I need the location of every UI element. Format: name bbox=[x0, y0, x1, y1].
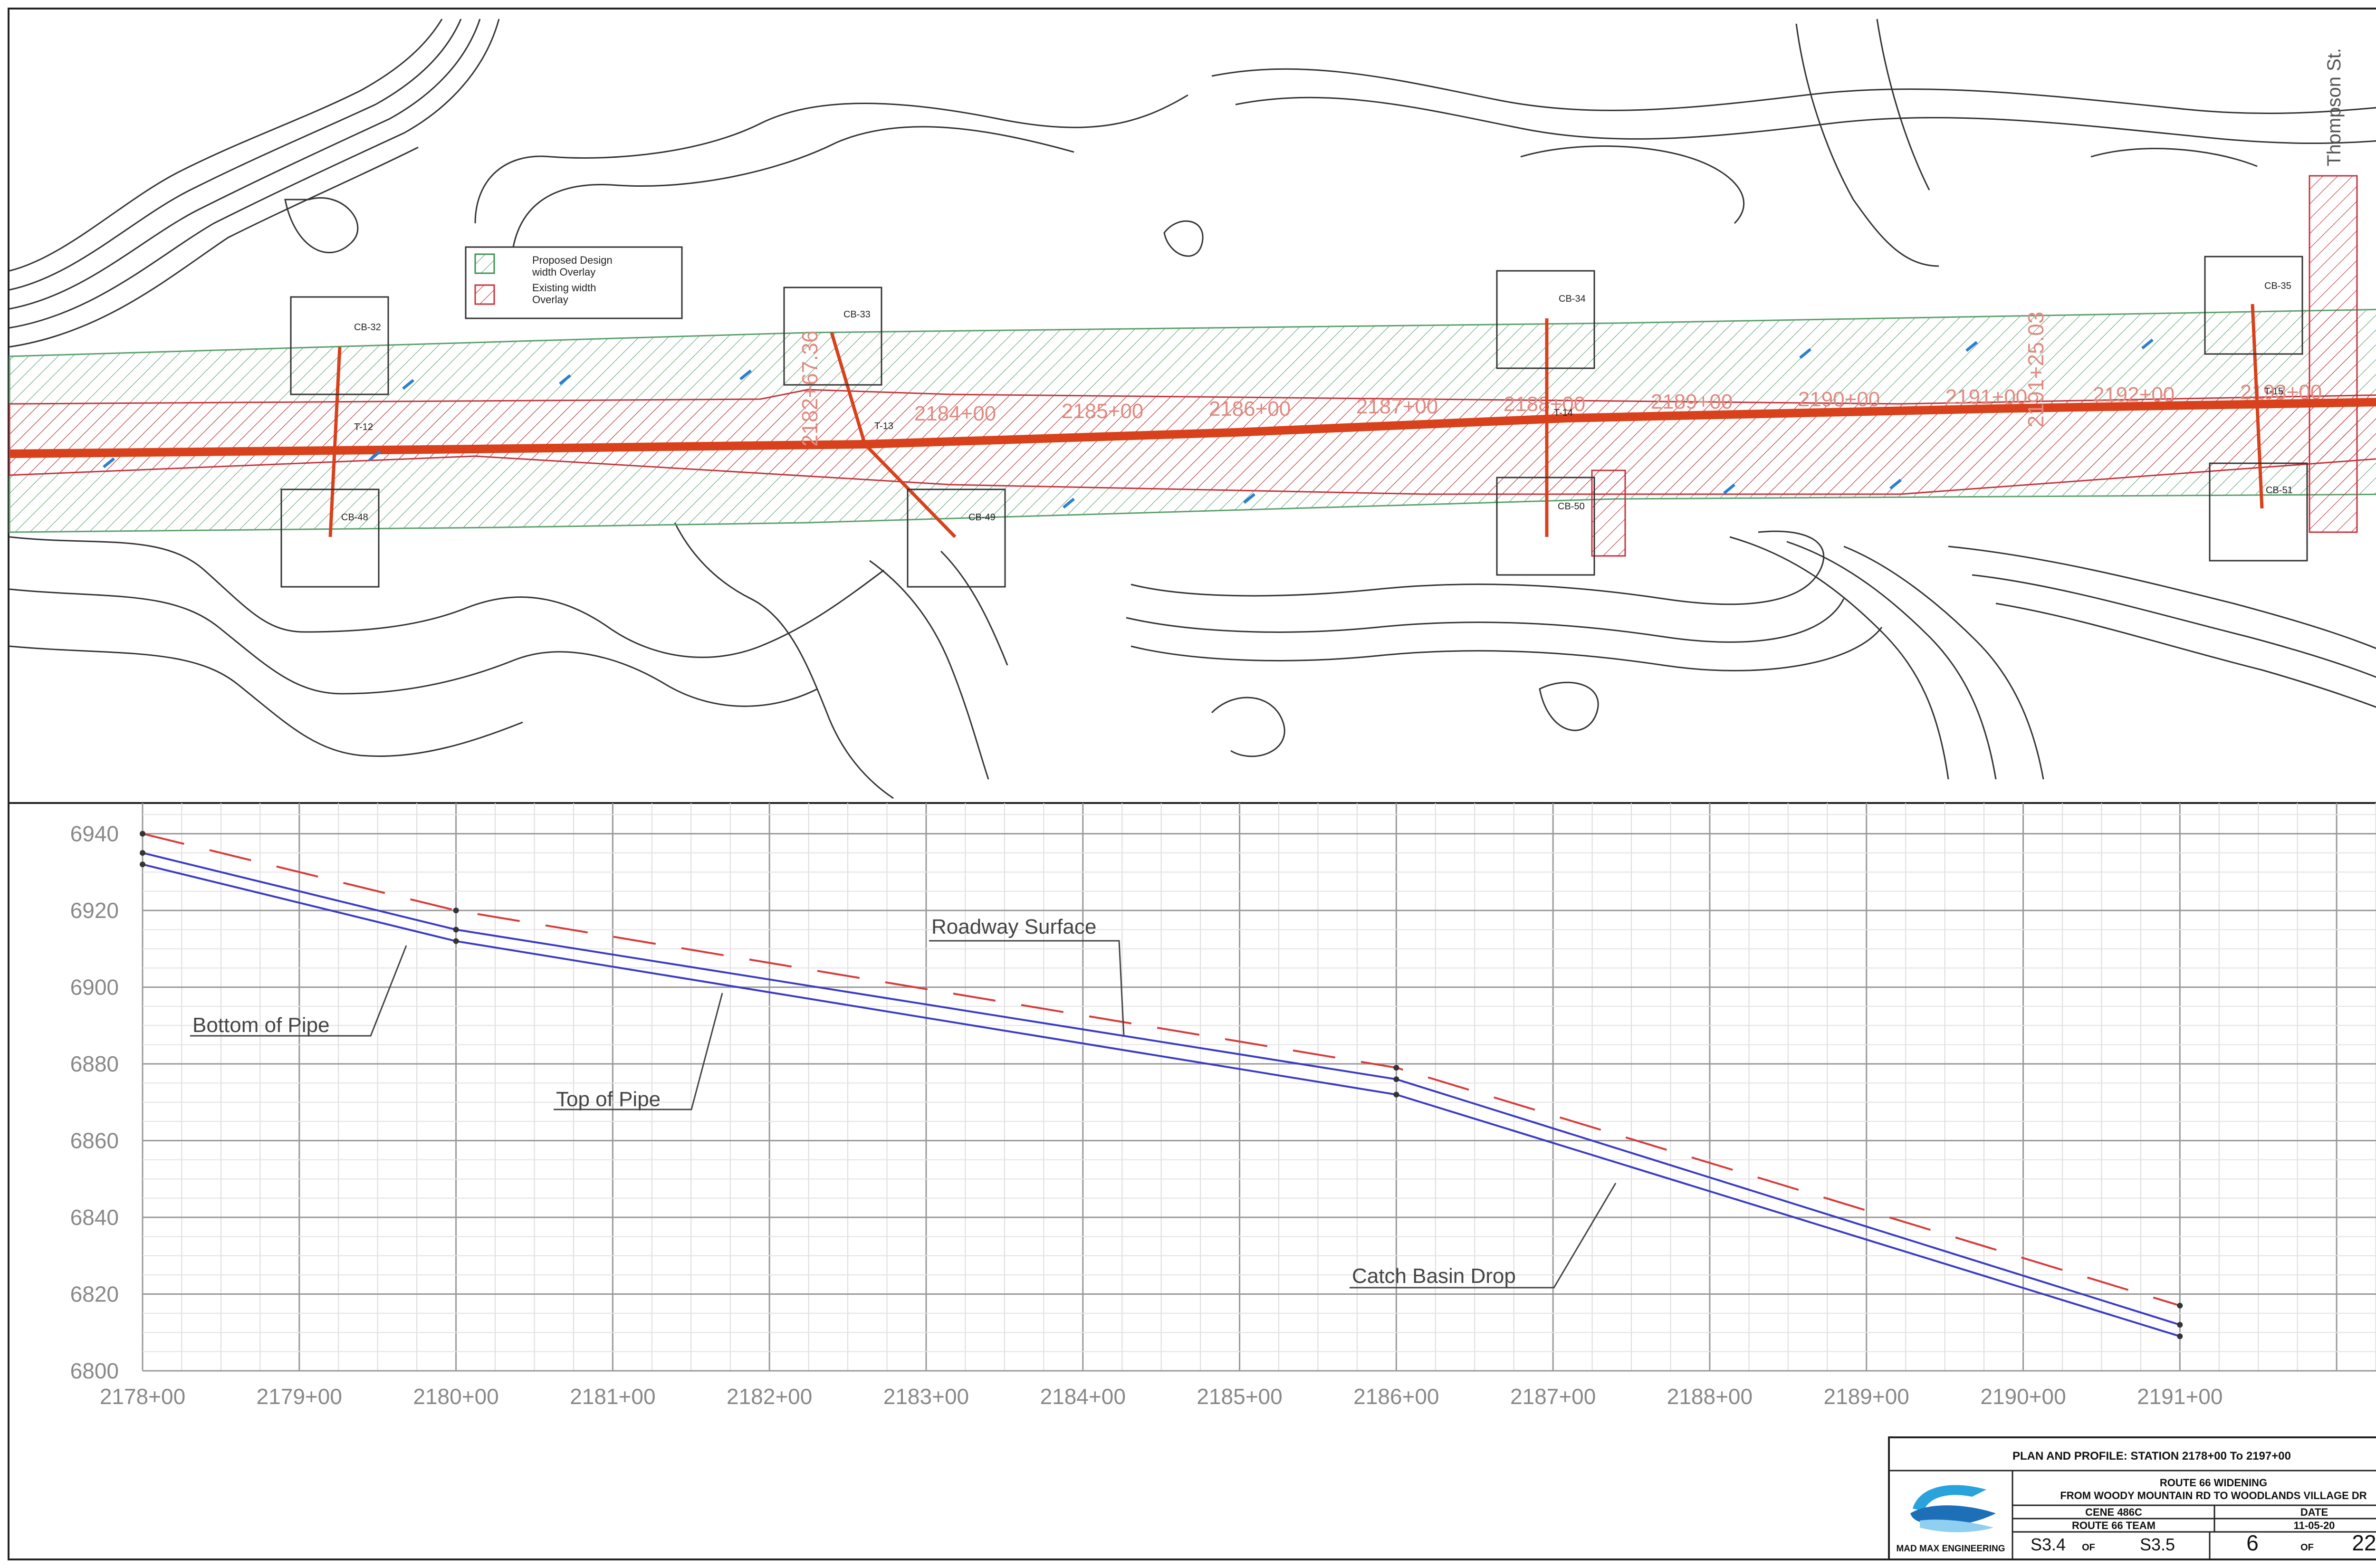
cb-label: CB-50 bbox=[1558, 501, 1585, 512]
cb-label: CB-48 bbox=[341, 512, 368, 523]
cb-label: CB-32 bbox=[354, 322, 381, 333]
y-tick-label: 6820 bbox=[70, 1282, 119, 1307]
plan-station-label: 2187+00 bbox=[1356, 395, 1438, 418]
page-total: 22 bbox=[2352, 1530, 2376, 1555]
profile-y-ticks: 6940 6920 6900 6880 6860 6840 6820 6800 bbox=[70, 822, 119, 1383]
y-tick-label: 6800 bbox=[70, 1358, 119, 1383]
series-point bbox=[453, 938, 459, 944]
tee-label: T-14 bbox=[1554, 408, 1573, 418]
title-block: PLAN AND PROFILE: STATION 2178+00 To 219… bbox=[1888, 1436, 2376, 1560]
x-tick-label: 2184+00 bbox=[1040, 1384, 1126, 1409]
series-point bbox=[1393, 1076, 1399, 1082]
page-number: 6 bbox=[2246, 1530, 2259, 1555]
plan-view: 2184+00 2185+00 2186+00 2187+00 2188+00 2189+… bbox=[9, 19, 2376, 799]
profile-x-ticks: 2178+00 2179+00 2180+00 2181+00 2182+00 2183+… bbox=[100, 1384, 2223, 1409]
plan-legend: Proposed Design width Overlay Existing w… bbox=[465, 246, 683, 319]
project-line-1: ROUTE 66 WIDENING bbox=[2160, 1477, 2267, 1489]
x-tick-label: 2178+00 bbox=[100, 1384, 185, 1409]
series-point bbox=[453, 927, 459, 933]
y-tick-label: 6900 bbox=[70, 975, 119, 1000]
street-label: Thompson St. bbox=[2324, 48, 2345, 166]
tee-label: T-15 bbox=[2264, 386, 2283, 397]
company-name: MAD MAX ENGINEERING bbox=[1896, 1544, 2005, 1554]
x-tick-label: 2185+00 bbox=[1197, 1384, 1282, 1409]
legend-existing-line1: Existing width bbox=[532, 282, 596, 294]
x-tick-label: 2186+00 bbox=[1353, 1384, 1439, 1409]
series-point bbox=[2177, 1322, 2183, 1328]
plan-station-label: 2185+00 bbox=[1062, 400, 1144, 423]
sheet-ref: S3.4 bbox=[2031, 1535, 2066, 1554]
y-tick-label: 6920 bbox=[70, 898, 119, 923]
plan-station-label: 2186+00 bbox=[1209, 397, 1291, 421]
project-line-2: FROM WOODY MOUNTAIN RD TO WOODLANDS VILL… bbox=[2060, 1490, 2366, 1501]
annotation-catch-basin-drop: Catch Basin Drop bbox=[1352, 1264, 1516, 1288]
date-value: 11-05-20 bbox=[2294, 1520, 2335, 1531]
sheet-border bbox=[8, 8, 2376, 1560]
profile-annotations: Roadway Surface Bottom of Pipe Top of Pi… bbox=[192, 915, 1516, 1288]
cb-label: CB-49 bbox=[968, 512, 996, 523]
of-label-2: OF bbox=[2300, 1542, 2314, 1553]
team-name: ROUTE 66 TEAM bbox=[2072, 1520, 2156, 1531]
x-tick-label: 2190+00 bbox=[1980, 1384, 2066, 1409]
annotation-top-of-pipe: Top of Pipe bbox=[556, 1088, 661, 1111]
plan-station-label: 2188+00 bbox=[1504, 392, 1586, 416]
annotation-bottom-of-pipe: Bottom of Pipe bbox=[192, 1013, 330, 1037]
annotation-leaders bbox=[190, 940, 1617, 1289]
y-tick-label: 6860 bbox=[70, 1128, 119, 1153]
profile-view: 6940 6920 6900 6880 6860 6840 6820 6800 2178+00… bbox=[70, 803, 2376, 1409]
x-tick-label: 2191+00 bbox=[2137, 1384, 2223, 1409]
title-block-heading: PLAN AND PROFILE: STATION 2178+00 To 219… bbox=[2012, 1450, 2291, 1463]
x-tick-label: 2189+00 bbox=[1824, 1384, 1909, 1409]
series-point bbox=[140, 861, 145, 868]
station-callout-2182: 2182+67.36 bbox=[797, 331, 822, 447]
series-point bbox=[1393, 1091, 1399, 1098]
tee-label: T-12 bbox=[354, 422, 373, 432]
profile-grid bbox=[142, 803, 2376, 1372]
x-tick-label: 2181+00 bbox=[570, 1384, 655, 1409]
drawing-sheet: 2184+00 2185+00 2186+00 2187+00 2188+00 2189+… bbox=[8, 8, 2376, 1560]
legend-proposed-line1: Proposed Design bbox=[532, 254, 613, 266]
cb-label: CB-51 bbox=[2266, 485, 2293, 496]
legend-existing-line2: Overlay bbox=[532, 294, 568, 306]
x-tick-label: 2187+00 bbox=[1510, 1384, 1596, 1409]
tee-label: T-13 bbox=[874, 421, 893, 431]
series-point bbox=[140, 831, 145, 837]
legend-proposed-line2: width Overlay bbox=[532, 266, 595, 278]
course-number: CENE 486C bbox=[2085, 1506, 2142, 1518]
date-label: DATE bbox=[2300, 1506, 2328, 1518]
of-label: OF bbox=[2082, 1542, 2095, 1553]
series-point bbox=[453, 908, 459, 914]
cb-label: CB-33 bbox=[843, 309, 871, 320]
series-point bbox=[1393, 1065, 1399, 1071]
series-point bbox=[2177, 1302, 2183, 1309]
plan-station-label: 2184+00 bbox=[914, 402, 996, 425]
plan-station-label: 2189+00 bbox=[1651, 390, 1733, 413]
y-tick-label: 6840 bbox=[70, 1205, 119, 1230]
sheet-ref-total: S3.5 bbox=[2140, 1535, 2175, 1554]
cb-label: CB-34 bbox=[1559, 294, 1586, 304]
annotation-roadway-surface: Roadway Surface bbox=[931, 915, 1096, 938]
x-tick-label: 2179+00 bbox=[257, 1384, 342, 1409]
x-tick-label: 2182+00 bbox=[727, 1384, 812, 1409]
y-tick-label: 6940 bbox=[70, 822, 119, 846]
series-point bbox=[2177, 1333, 2183, 1339]
y-tick-label: 6880 bbox=[70, 1052, 119, 1076]
x-tick-label: 2188+00 bbox=[1667, 1384, 1753, 1409]
station-callout-2191: 2191+25.03 bbox=[2023, 312, 2048, 428]
x-tick-label: 2183+00 bbox=[883, 1384, 969, 1409]
cb-label: CB-35 bbox=[2264, 281, 2291, 291]
series-point bbox=[140, 850, 145, 856]
x-tick-label: 2180+00 bbox=[413, 1384, 498, 1409]
